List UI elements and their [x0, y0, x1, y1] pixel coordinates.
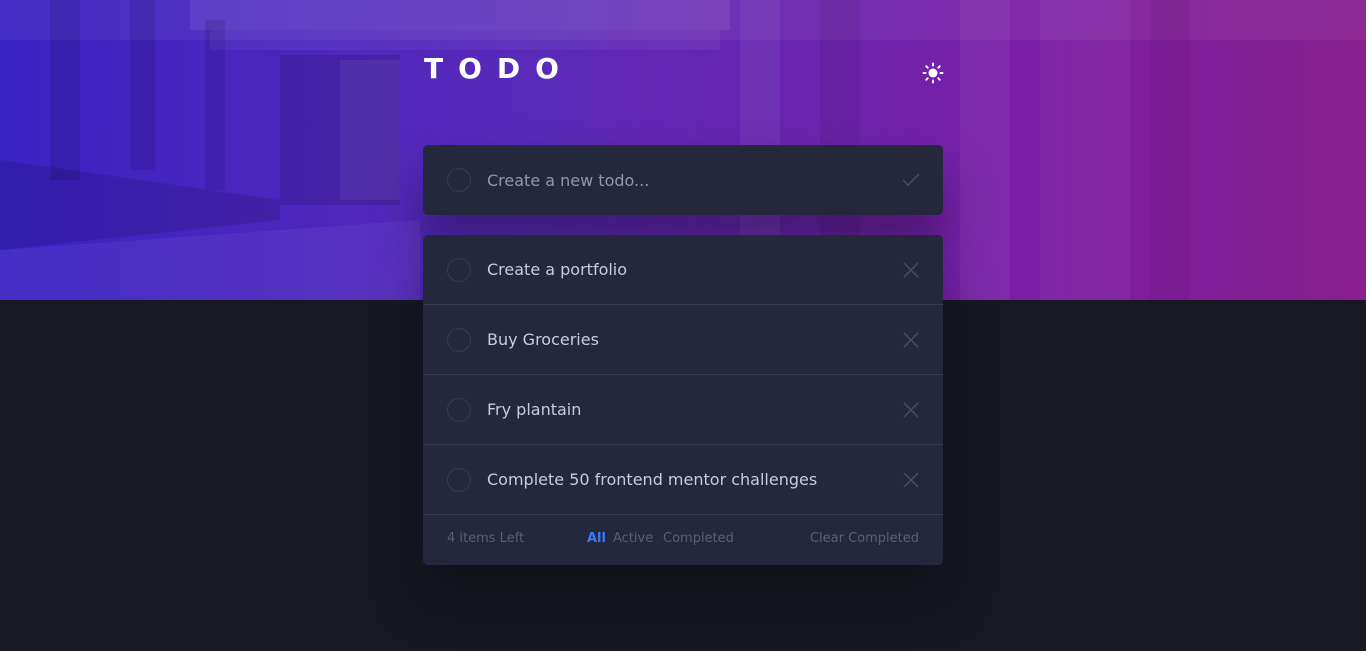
clear-completed-button[interactable]: Clear Completed — [810, 531, 919, 546]
close-icon — [903, 401, 919, 418]
close-icon — [903, 261, 919, 278]
todo-item: Fry plantain — [423, 375, 943, 445]
sun-icon — [922, 62, 944, 84]
items-left-count: 4 items Left — [447, 531, 525, 546]
delete-todo-button[interactable] — [901, 330, 921, 350]
add-todo-button[interactable] — [901, 170, 921, 190]
delete-todo-button[interactable] — [901, 400, 921, 420]
new-todo-checkbox[interactable] — [447, 168, 471, 192]
todo-checkbox[interactable] — [447, 467, 471, 492]
todo-checkbox[interactable] — [447, 327, 471, 352]
delete-todo-button[interactable] — [901, 470, 921, 490]
new-todo-card — [423, 145, 943, 215]
todo-text: Fry plantain — [487, 400, 582, 419]
todo-item: Buy Groceries — [423, 305, 943, 375]
todo-item: Create a portfolio — [423, 235, 943, 305]
todo-text: Complete 50 frontend mentor challenges — [487, 470, 818, 489]
filter-active[interactable]: Active — [613, 531, 653, 546]
todo-text: Buy Groceries — [487, 330, 599, 349]
todo-item: Complete 50 frontend mentor challenges — [423, 445, 943, 515]
new-todo-input[interactable] — [487, 167, 877, 193]
theme-toggle-button[interactable] — [920, 60, 946, 86]
filter-all[interactable]: All — [587, 531, 606, 546]
delete-todo-button[interactable] — [901, 260, 921, 280]
close-icon — [903, 331, 919, 348]
todo-checkbox[interactable] — [447, 397, 471, 422]
filter-completed[interactable]: Completed — [663, 531, 734, 546]
todo-footer: 4 items Left All Active Completed Clear … — [423, 515, 943, 565]
todo-text: Create a portfolio — [487, 260, 628, 279]
page-title: TODO — [424, 52, 574, 85]
close-icon — [903, 471, 919, 488]
check-icon — [902, 173, 920, 187]
todo-checkbox[interactable] — [447, 257, 471, 282]
todo-list: Create a portfolio Buy Groceries Fry pla… — [423, 235, 943, 565]
